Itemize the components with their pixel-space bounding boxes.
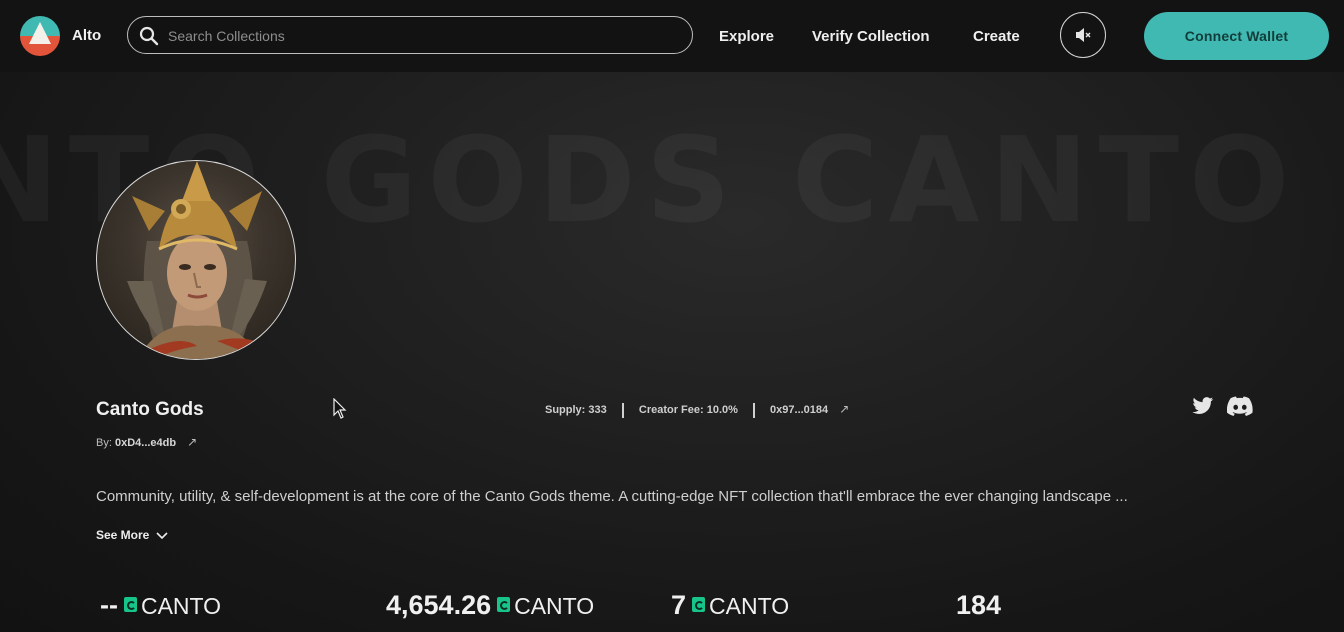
nav-create[interactable]: Create bbox=[973, 27, 1020, 47]
brand-name[interactable]: Alto bbox=[72, 26, 101, 46]
metric-unit: CANTO bbox=[140, 593, 222, 619]
canto-coin-icon bbox=[123, 597, 137, 612]
search-bar[interactable] bbox=[127, 16, 693, 54]
owners-metric: 184 bbox=[956, 589, 1001, 621]
metric-value: -- bbox=[100, 590, 118, 620]
metric-value: 4,654.26 bbox=[386, 590, 492, 620]
search-icon bbox=[139, 26, 159, 46]
metric-unit: CANTO bbox=[514, 593, 595, 619]
chevron-down-icon bbox=[156, 532, 168, 539]
discord-icon[interactable] bbox=[1226, 396, 1253, 421]
goddess-portrait-image bbox=[127, 161, 272, 359]
metric-unit: CANTO bbox=[709, 593, 790, 619]
canto-coin-icon bbox=[497, 597, 511, 612]
cursor-icon bbox=[333, 398, 347, 419]
see-more-label: See More bbox=[96, 528, 150, 542]
supply-stat: Supply: 333 bbox=[545, 404, 607, 416]
connect-wallet-button[interactable]: Connect Wallet bbox=[1144, 12, 1329, 60]
nav-verify-collection[interactable]: Verify Collection bbox=[812, 27, 930, 47]
mute-button[interactable] bbox=[1060, 12, 1106, 58]
external-link-icon[interactable]: ↗ bbox=[839, 402, 849, 416]
mute-icon bbox=[1076, 28, 1091, 42]
collection-avatar bbox=[96, 160, 296, 360]
external-link-icon[interactable]: ↗ bbox=[187, 435, 197, 449]
creator-line: By: 0xD4...e4db ↗ bbox=[96, 435, 197, 450]
collection-description: Community, utility, & self-development i… bbox=[96, 488, 1128, 505]
logo-icon[interactable] bbox=[20, 16, 60, 56]
canto-coin-icon bbox=[692, 597, 706, 612]
nav-explore[interactable]: Explore bbox=[719, 27, 774, 47]
stat-divider bbox=[752, 402, 755, 418]
metric-value: 184 bbox=[956, 590, 1002, 620]
twitter-icon[interactable] bbox=[1192, 396, 1214, 421]
contract-address-link[interactable]: 0x97...0184 bbox=[770, 404, 828, 416]
floor-price-metric: -- CANTO bbox=[100, 589, 221, 622]
creator-fee-stat: Creator Fee: 10.0% bbox=[638, 404, 738, 416]
see-more-button[interactable]: See More bbox=[96, 527, 168, 543]
stat-divider bbox=[621, 402, 624, 418]
volume-metric: 4,654.26 CANTO bbox=[386, 589, 594, 622]
best-offer-metric: 7 CANTO bbox=[671, 589, 789, 622]
metric-value: 7 bbox=[671, 590, 687, 620]
collection-name: Canto Gods bbox=[96, 399, 204, 420]
collection-stats: Supply: 333 Creator Fee: 10.0% 0x97...01… bbox=[545, 401, 849, 418]
creator-address-link[interactable]: 0xD4...e4db bbox=[115, 437, 176, 449]
creator-prefix: By: bbox=[96, 437, 112, 449]
search-input[interactable] bbox=[166, 25, 670, 47]
top-nav-bar: Alto Explore Verify Collection Create Co… bbox=[0, 0, 1344, 72]
